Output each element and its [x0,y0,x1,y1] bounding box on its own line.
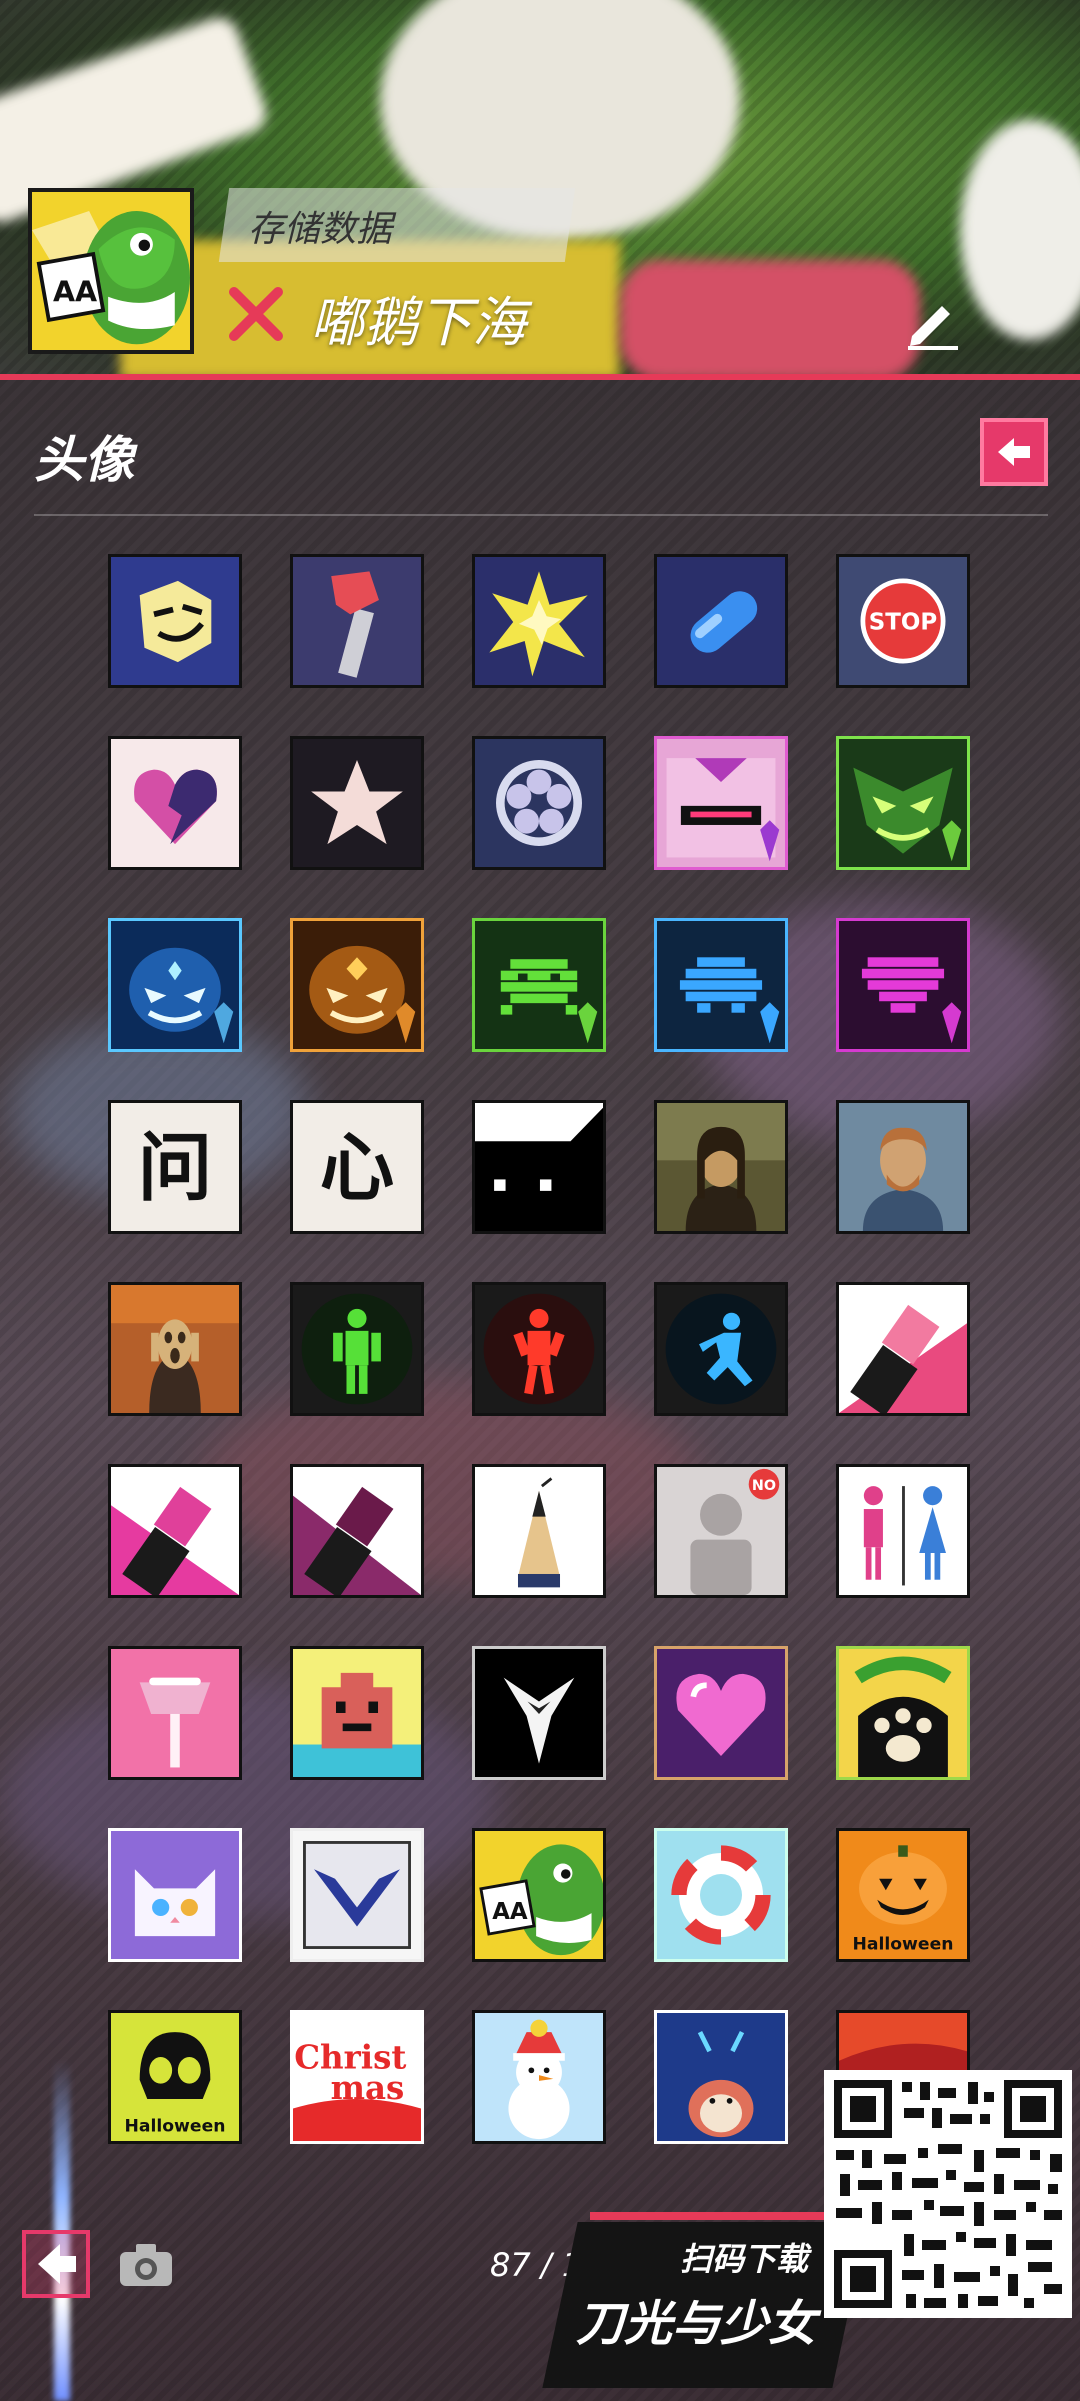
avatar-lipstick-pink[interactable] [836,1282,970,1416]
wen-text: 问 [138,1124,213,1212]
avatar-xin-character[interactable]: 心 [290,1100,424,1234]
section-divider [34,514,1048,516]
promo-game-title: 刀光与少女 [576,2296,817,2352]
avatar-flower-crest[interactable] [472,736,606,870]
avatar-blue-spirit-mask[interactable] [108,918,242,1052]
promo-scan-text: 扫码下载 [680,2240,809,2278]
avatar-glowing-heart[interactable] [654,1646,788,1780]
avatar-running-man[interactable] [654,1282,788,1416]
close-icon[interactable] [226,284,286,344]
avatar-smirk-mask[interactable] [108,554,242,688]
edit-pencil-icon[interactable] [902,292,962,352]
avatar-dino-aa[interactable]: AA [472,1828,606,1962]
avatar-v-chevron[interactable] [290,1828,424,1962]
avatar-no-avatar-person[interactable]: NO [654,1464,788,1598]
dino-aa-text: AA [53,274,97,308]
avatar-halloween-pumpkin[interactable]: Halloween [836,1828,970,1962]
avatar-green-walk-signal[interactable] [290,1282,424,1416]
current-avatar[interactable]: AA [28,188,194,354]
qr-code [824,2070,1072,2318]
avatar-pill[interactable] [654,554,788,688]
avatar-snowman[interactable] [472,2010,606,2144]
save-data-label: 存储数据 [248,209,393,250]
avatar-black-cat-paw[interactable] [836,1646,970,1780]
avatar-star[interactable] [290,736,424,870]
avatar-explosion[interactable] [472,554,606,688]
avatar-red-stop-signal[interactable] [472,1282,606,1416]
avatar-lipstick-purple[interactable] [290,1464,424,1598]
back-button[interactable] [980,418,1048,486]
avatar-halloween-skull[interactable]: Halloween [108,2010,242,2144]
avatar-blue-pixel-invader[interactable] [654,918,788,1052]
promo-accent-bar [590,2212,840,2220]
avatar-magenta-pixel-invader[interactable] [836,918,970,1052]
back-arrow-icon [38,2244,76,2284]
avatar-christmas[interactable]: Christ mas [290,2010,424,2144]
avatar-lipstick-magenta[interactable] [108,1464,242,1598]
back-arrow-icon [998,438,1030,466]
avatar-white-cat[interactable] [108,1828,242,1962]
dino-aa-text-small: AA [492,1899,528,1925]
avatar-restroom-sign[interactable] [836,1464,970,1598]
stop-text: STOP [869,610,937,636]
no-badge-text: NO [752,1478,776,1494]
username: 嘟鹅下海 [310,291,526,354]
camera-icon[interactable] [116,2240,176,2290]
xin-text: 心 [320,1124,395,1212]
avatar-green-demon-mask[interactable] [836,736,970,870]
halloween-text-pumpkin: Halloween [852,1934,953,1954]
avatar-green-pixel-invader[interactable] [472,918,606,1052]
avatar-pink-robot[interactable] [654,736,788,870]
download-promo-banner[interactable]: 扫码下载 刀光与少女 [542,2212,868,2388]
avatar-black-box-face[interactable] [472,1100,606,1234]
header-divider-line [0,374,1080,380]
avatar-pencil[interactable] [472,1464,606,1598]
avatar-black-tuxedo[interactable] [472,1646,606,1780]
section-title-avatar: 头像 [34,431,134,489]
avatar-mona-lisa[interactable] [654,1100,788,1234]
avatar-pink-blob[interactable] [290,1646,424,1780]
avatar-van-gogh[interactable] [836,1100,970,1234]
avatar-broken-heart[interactable] [108,736,242,870]
avatar-gold-spirit-mask[interactable] [290,918,424,1052]
avatar-stop-sign[interactable]: STOP [836,554,970,688]
avatar-reindeer-penguin[interactable] [654,2010,788,2144]
avatar-wrench[interactable] [290,554,424,688]
prev-page-button[interactable] [22,2230,90,2298]
avatar-the-scream[interactable] [108,1282,242,1416]
christmas-text-2: mas [331,2069,405,2107]
halloween-text-skull: Halloween [124,2116,225,2136]
avatar-life-ring[interactable] [654,1828,788,1962]
avatar-plunger[interactable] [108,1646,242,1780]
avatar-wen-character[interactable]: 问 [108,1100,242,1234]
